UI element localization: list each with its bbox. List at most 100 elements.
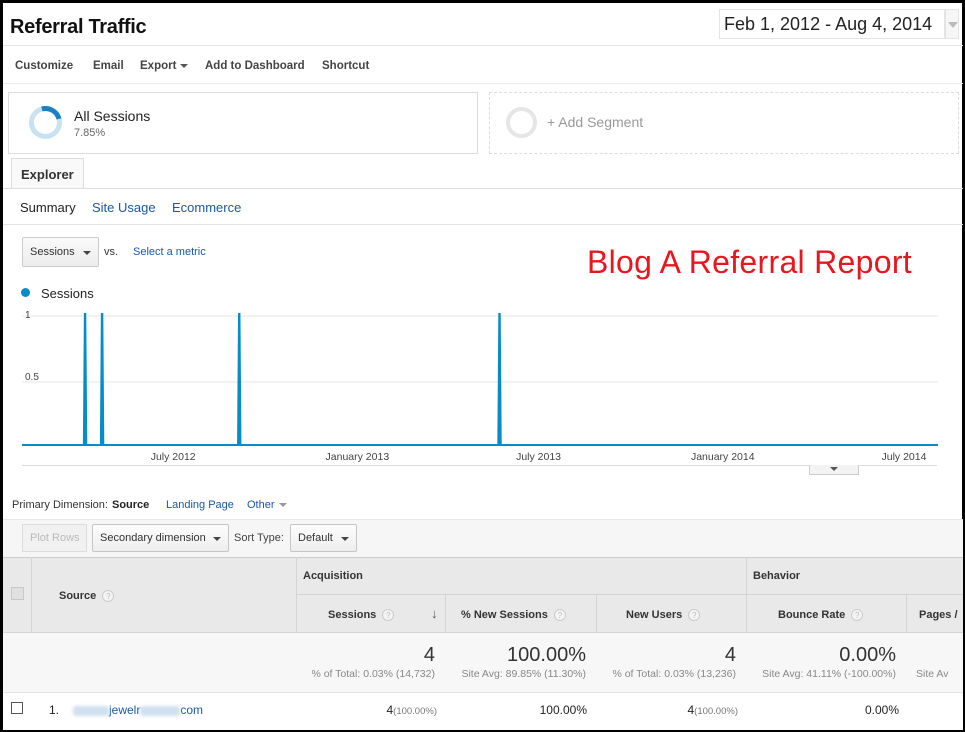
row-new-sessions: 100.00% (539, 703, 587, 717)
help-icon[interactable]: ? (382, 609, 395, 622)
help-icon[interactable]: ? (688, 609, 701, 622)
dimension-source[interactable]: Source (112, 499, 149, 511)
x-tick-label: July 2013 (516, 451, 561, 463)
header-group-divider (296, 594, 963, 595)
select-metric-link[interactable]: Select a metric (133, 246, 206, 258)
legend-dot-icon (21, 288, 30, 297)
row-source-suffix: com (180, 703, 204, 717)
tab-divider (3, 188, 963, 189)
customize-button[interactable]: Customize (15, 60, 73, 72)
help-icon[interactable]: ? (851, 609, 864, 622)
total-new-users-sub: % of Total: 0.03% (13,236) (612, 668, 736, 680)
column-source-label: Source (59, 590, 97, 602)
column-bounce-rate[interactable]: Bounce Rate? (778, 609, 864, 622)
shortcut-button[interactable]: Shortcut (322, 60, 369, 72)
sort-type-label: Sort Type: (234, 532, 284, 544)
column-bounce-rate-label: Bounce Rate (778, 609, 846, 621)
sort-descending-icon[interactable]: ↓ (431, 606, 438, 621)
toolbar-divider (3, 83, 963, 84)
redacted-text (140, 705, 181, 716)
select-all-checkbox[interactable] (11, 587, 24, 600)
report-annotation: Blog A Referral Report (587, 244, 912, 280)
sort-type-select[interactable]: Default (290, 524, 357, 552)
sessions-chart[interactable]: 1 0.5 July 2012 January 2013 July 2013 Januar… (22, 303, 938, 465)
vs-label: vs. (104, 246, 119, 258)
column-sessions[interactable]: Sessions? (328, 609, 395, 622)
chart-collapse-toggle[interactable] (809, 465, 859, 475)
export-label: Export (140, 60, 177, 72)
plot-rows-button[interactable]: Plot Rows (22, 524, 87, 552)
row-sessions-pct: (100.00%) (393, 706, 437, 717)
metric-select[interactable]: Sessions (22, 237, 99, 267)
subtab-site-usage[interactable]: Site Usage (92, 200, 156, 215)
date-range-dropdown-icon[interactable] (945, 9, 959, 39)
data-point-spike (237, 313, 242, 445)
data-point-spike (82, 313, 88, 445)
total-pages-sub: Site Av (916, 668, 949, 680)
group-behavior: Behavior (753, 570, 801, 582)
legend-label: Sessions (41, 286, 94, 301)
dimension-other-label: Other (247, 499, 275, 511)
help-icon[interactable]: ? (553, 609, 566, 622)
dimension-other[interactable]: Other (247, 499, 287, 511)
data-point-spike (99, 313, 105, 445)
segment-percent: 7.85% (74, 127, 106, 139)
redacted-text (73, 705, 109, 716)
x-tick-label: July 2014 (881, 451, 926, 463)
row-source-visible: jewelr (109, 703, 141, 717)
sort-type-value: Default (298, 532, 333, 544)
total-bounce-rate: 0.00% (839, 644, 896, 666)
row-checkbox[interactable] (11, 702, 23, 714)
total-bounce-rate-sub: Site Avg: 41.11% (-100.00%) (762, 668, 896, 680)
chevron-down-icon (341, 537, 349, 541)
total-new-sessions: 100.00% (507, 644, 586, 666)
chart-bottom-divider (22, 465, 937, 466)
y-tick-label: 0.5 (25, 372, 39, 383)
row-source-link[interactable]: jewelr com (73, 703, 203, 717)
add-segment-label[interactable]: + Add Segment (547, 114, 643, 130)
total-sessions: 4 (423, 644, 435, 666)
chevron-down-icon (180, 63, 189, 68)
chevron-down-icon (83, 251, 91, 255)
add-to-dashboard-button[interactable]: Add to Dashboard (205, 60, 305, 72)
column-new-users-label: New Users (626, 609, 683, 621)
chevron-down-icon (278, 503, 287, 508)
segment-name: All Sessions (74, 108, 151, 124)
x-tick-label: January 2014 (691, 451, 755, 463)
total-sessions-sub: % of Total: 0.03% (14,732) (311, 668, 435, 680)
column-new-sessions[interactable]: % New Sessions? (461, 609, 566, 622)
secondary-dimension-select[interactable]: Secondary dimension (92, 524, 229, 552)
page-title: Referral Traffic (10, 16, 147, 38)
row-bounce-rate: 0.00% (864, 703, 899, 717)
x-tick-label: July 2012 (151, 451, 196, 463)
row-sessions-cell: 4(100.00%) (303, 703, 437, 717)
total-new-users: 4 (724, 644, 736, 666)
group-acquisition: Acquisition (303, 570, 363, 582)
data-point-spike (497, 313, 502, 445)
subtab-ecommerce[interactable]: Ecommerce (172, 200, 241, 215)
export-button[interactable]: Export (140, 60, 189, 72)
chevron-down-icon (213, 537, 221, 541)
email-button[interactable]: Email (93, 60, 124, 72)
primary-dimension-label: Primary Dimension: (12, 499, 108, 511)
tab-explorer[interactable]: Explorer (11, 158, 84, 189)
secondary-dimension-label: Secondary dimension (100, 532, 206, 544)
subtab-summary[interactable]: Summary (20, 200, 76, 215)
column-new-sessions-label: % New Sessions (461, 609, 548, 621)
row-new-users-cell: 4(100.00%) (603, 703, 738, 717)
x-tick-label: January 2013 (326, 451, 390, 463)
subtab-divider (3, 224, 963, 225)
row-index: 1. (49, 703, 60, 717)
header-divider (3, 45, 963, 46)
column-pages-per-session[interactable]: Pages / (919, 609, 958, 621)
row-new-users-pct: (100.00%) (694, 706, 738, 717)
total-new-sessions-sub: Site Avg: 89.85% (11.30%) (461, 668, 586, 680)
column-source[interactable]: Source? (59, 590, 115, 603)
column-new-users[interactable]: New Users? (626, 609, 701, 622)
date-range-picker[interactable]: Feb 1, 2012 - Aug 4, 2014 (719, 9, 945, 39)
help-icon[interactable]: ? (102, 590, 115, 603)
empty-segment-ring-icon (506, 107, 537, 138)
metric-select-value: Sessions (30, 246, 75, 258)
dimension-landing-page[interactable]: Landing Page (166, 499, 234, 511)
y-tick-label: 1 (25, 310, 31, 321)
